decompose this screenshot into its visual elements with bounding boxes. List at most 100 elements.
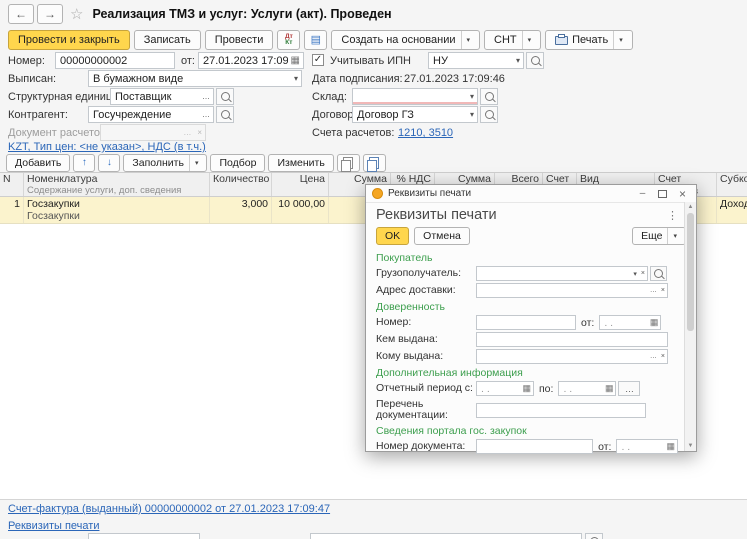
- fill-button[interactable]: Заполнить ▾: [123, 154, 207, 172]
- portal-doc-date-field[interactable]: . . ▦: [616, 439, 678, 454]
- calendar-icon[interactable]: ▦: [288, 53, 303, 68]
- print-button[interactable]: Печать ▾: [545, 30, 633, 50]
- print-details-link[interactable]: Реквизиты печати: [8, 520, 99, 532]
- section-additional-info: Дополнительная информация: [376, 367, 678, 379]
- show-postings-button[interactable]: ДтКт: [277, 30, 300, 50]
- scroll-down-icon[interactable]: ▼: [688, 441, 694, 451]
- app-window: ← → ☆ Реализация ТМЗ и услуг: Услуги (ак…: [0, 0, 747, 539]
- ipn-mode-field[interactable]: НУ ▾: [428, 52, 524, 69]
- issued-by-field[interactable]: [476, 332, 668, 347]
- issued-to-field[interactable]: … ×: [476, 349, 668, 364]
- invoice-issued-link[interactable]: Счет-фактура (выданный) 00000000002 от 2…: [8, 503, 330, 515]
- counterparty-field[interactable]: Госучреждение …: [88, 106, 214, 123]
- consignee-open-button[interactable]: [650, 266, 667, 281]
- chevron-down-icon[interactable]: ▾: [631, 267, 639, 280]
- document-structure-button[interactable]: ▤: [304, 30, 327, 50]
- dialog-titlebar[interactable]: Реквизиты печати – ×: [366, 185, 696, 203]
- chevron-down-icon[interactable]: ▾: [467, 89, 477, 104]
- portal-doc-number-field[interactable]: [476, 439, 593, 454]
- period-more-button[interactable]: …: [618, 381, 640, 396]
- calendar-icon[interactable]: ▦: [520, 382, 533, 395]
- cell-price[interactable]: 10 000,00: [272, 197, 329, 223]
- warehouse-open-button[interactable]: [480, 88, 498, 105]
- poa-number-field[interactable]: [476, 315, 576, 330]
- chevron-down-icon[interactable]: ▾: [189, 534, 199, 539]
- footer-text-field[interactable]: [310, 533, 582, 539]
- close-icon[interactable]: ×: [675, 187, 690, 201]
- column-header-quantity[interactable]: Количество: [210, 173, 272, 196]
- warehouse-field[interactable]: ▾: [352, 88, 478, 105]
- chevron-down-icon[interactable]: ▾: [613, 31, 623, 49]
- ellipsis-icon[interactable]: …: [648, 350, 659, 363]
- snt-button[interactable]: СНТ ▾: [484, 30, 541, 50]
- clear-icon[interactable]: ×: [639, 267, 647, 280]
- paste-rows-button[interactable]: [363, 154, 386, 172]
- post-button[interactable]: Провести: [205, 30, 274, 50]
- cell-quantity[interactable]: 3,000: [210, 197, 272, 223]
- back-button[interactable]: ←: [8, 4, 34, 24]
- forward-button[interactable]: →: [37, 4, 63, 24]
- period-to-field[interactable]: . . ▦: [558, 381, 616, 396]
- chevron-down-icon[interactable]: ▾: [461, 31, 471, 49]
- counterparty-open-button[interactable]: [216, 106, 234, 123]
- footer-open-button[interactable]: [585, 533, 603, 539]
- footer-combo-field[interactable]: ▾: [88, 533, 200, 539]
- pick-button[interactable]: Подбор: [210, 154, 265, 172]
- doc-list-field[interactable]: [476, 403, 646, 418]
- favorite-star-icon[interactable]: ☆: [70, 5, 83, 23]
- period-from-field[interactable]: . . ▦: [476, 381, 534, 396]
- consignee-field[interactable]: ▾ ×: [476, 266, 648, 281]
- poa-date-field[interactable]: . . ▦: [599, 315, 661, 330]
- cancel-button[interactable]: Отмена: [414, 227, 470, 245]
- calendar-icon[interactable]: ▦: [648, 316, 661, 329]
- move-row-up-button[interactable]: ↑: [73, 154, 95, 172]
- chevron-down-icon[interactable]: ▾: [467, 107, 477, 122]
- more-button[interactable]: Еще ▾: [632, 227, 686, 245]
- chevron-down-icon[interactable]: ▾: [667, 228, 677, 244]
- add-row-button[interactable]: Добавить: [6, 154, 70, 172]
- settlement-accounts-link[interactable]: 1210, 3510: [398, 127, 453, 139]
- ellipsis-icon[interactable]: …: [648, 284, 659, 297]
- contract-field[interactable]: Договор ГЗ ▾: [352, 106, 478, 123]
- price-type-link[interactable]: KZT, Тип цен: <не указан>, НДС (в т.ч.): [8, 141, 206, 153]
- post-and-close-button[interactable]: Провести и закрыть: [8, 30, 130, 50]
- column-header-price[interactable]: Цена: [272, 173, 329, 196]
- column-header-subconto[interactable]: Субконто (БУ) 1: [717, 173, 747, 196]
- write-button[interactable]: Записать: [134, 30, 201, 50]
- create-based-on-button[interactable]: Создать на основании ▾: [331, 30, 480, 50]
- magnifier-icon: [221, 92, 230, 101]
- column-header-nomenclature[interactable]: Номенклатура Содержание услуги, доп. све…: [24, 173, 210, 196]
- scroll-up-icon[interactable]: ▲: [688, 202, 694, 212]
- calendar-icon[interactable]: ▦: [603, 382, 616, 395]
- scrollbar-thumb[interactable]: [687, 213, 694, 331]
- chevron-down-icon[interactable]: ▾: [513, 53, 523, 68]
- clear-icon[interactable]: ×: [659, 350, 667, 363]
- issued-form-field[interactable]: В бумажном виде ▾: [88, 70, 302, 87]
- ellipsis-icon[interactable]: …: [199, 89, 213, 104]
- contract-open-button[interactable]: [480, 106, 498, 123]
- document-date-field[interactable]: 27.01.2023 17:09:46 ▦: [198, 52, 304, 69]
- column-header-n[interactable]: N: [0, 173, 24, 196]
- edit-button[interactable]: Изменить: [268, 154, 333, 172]
- minimize-icon[interactable]: –: [635, 188, 650, 199]
- copy-rows-button[interactable]: [337, 154, 360, 172]
- calendar-icon[interactable]: ▦: [664, 440, 677, 453]
- move-row-down-button[interactable]: ↓: [98, 154, 120, 172]
- delivery-address-field[interactable]: … ×: [476, 283, 668, 298]
- chevron-down-icon[interactable]: ▾: [522, 31, 532, 49]
- dialog-scrollbar[interactable]: ▲ ▼: [684, 202, 696, 451]
- chevron-down-icon[interactable]: ▾: [291, 71, 301, 86]
- cell-row-number[interactable]: 1: [0, 197, 24, 223]
- structural-unit-open-button[interactable]: [216, 88, 234, 105]
- cell-nomenclature[interactable]: Госзакупки Госзакупки: [24, 197, 210, 223]
- cell-subconto[interactable]: Доходы: [717, 197, 747, 223]
- ellipsis-icon[interactable]: …: [199, 107, 213, 122]
- number-field[interactable]: 00000000002: [55, 52, 175, 69]
- maximize-icon[interactable]: [655, 190, 670, 198]
- chevron-down-icon[interactable]: ▾: [189, 155, 199, 171]
- clear-icon[interactable]: ×: [659, 284, 667, 297]
- ok-button[interactable]: OK: [376, 227, 409, 245]
- ipn-checkbox[interactable]: ✓: [312, 54, 324, 66]
- ipn-open-button[interactable]: [526, 52, 544, 69]
- structural-unit-field[interactable]: Поставщик …: [110, 88, 214, 105]
